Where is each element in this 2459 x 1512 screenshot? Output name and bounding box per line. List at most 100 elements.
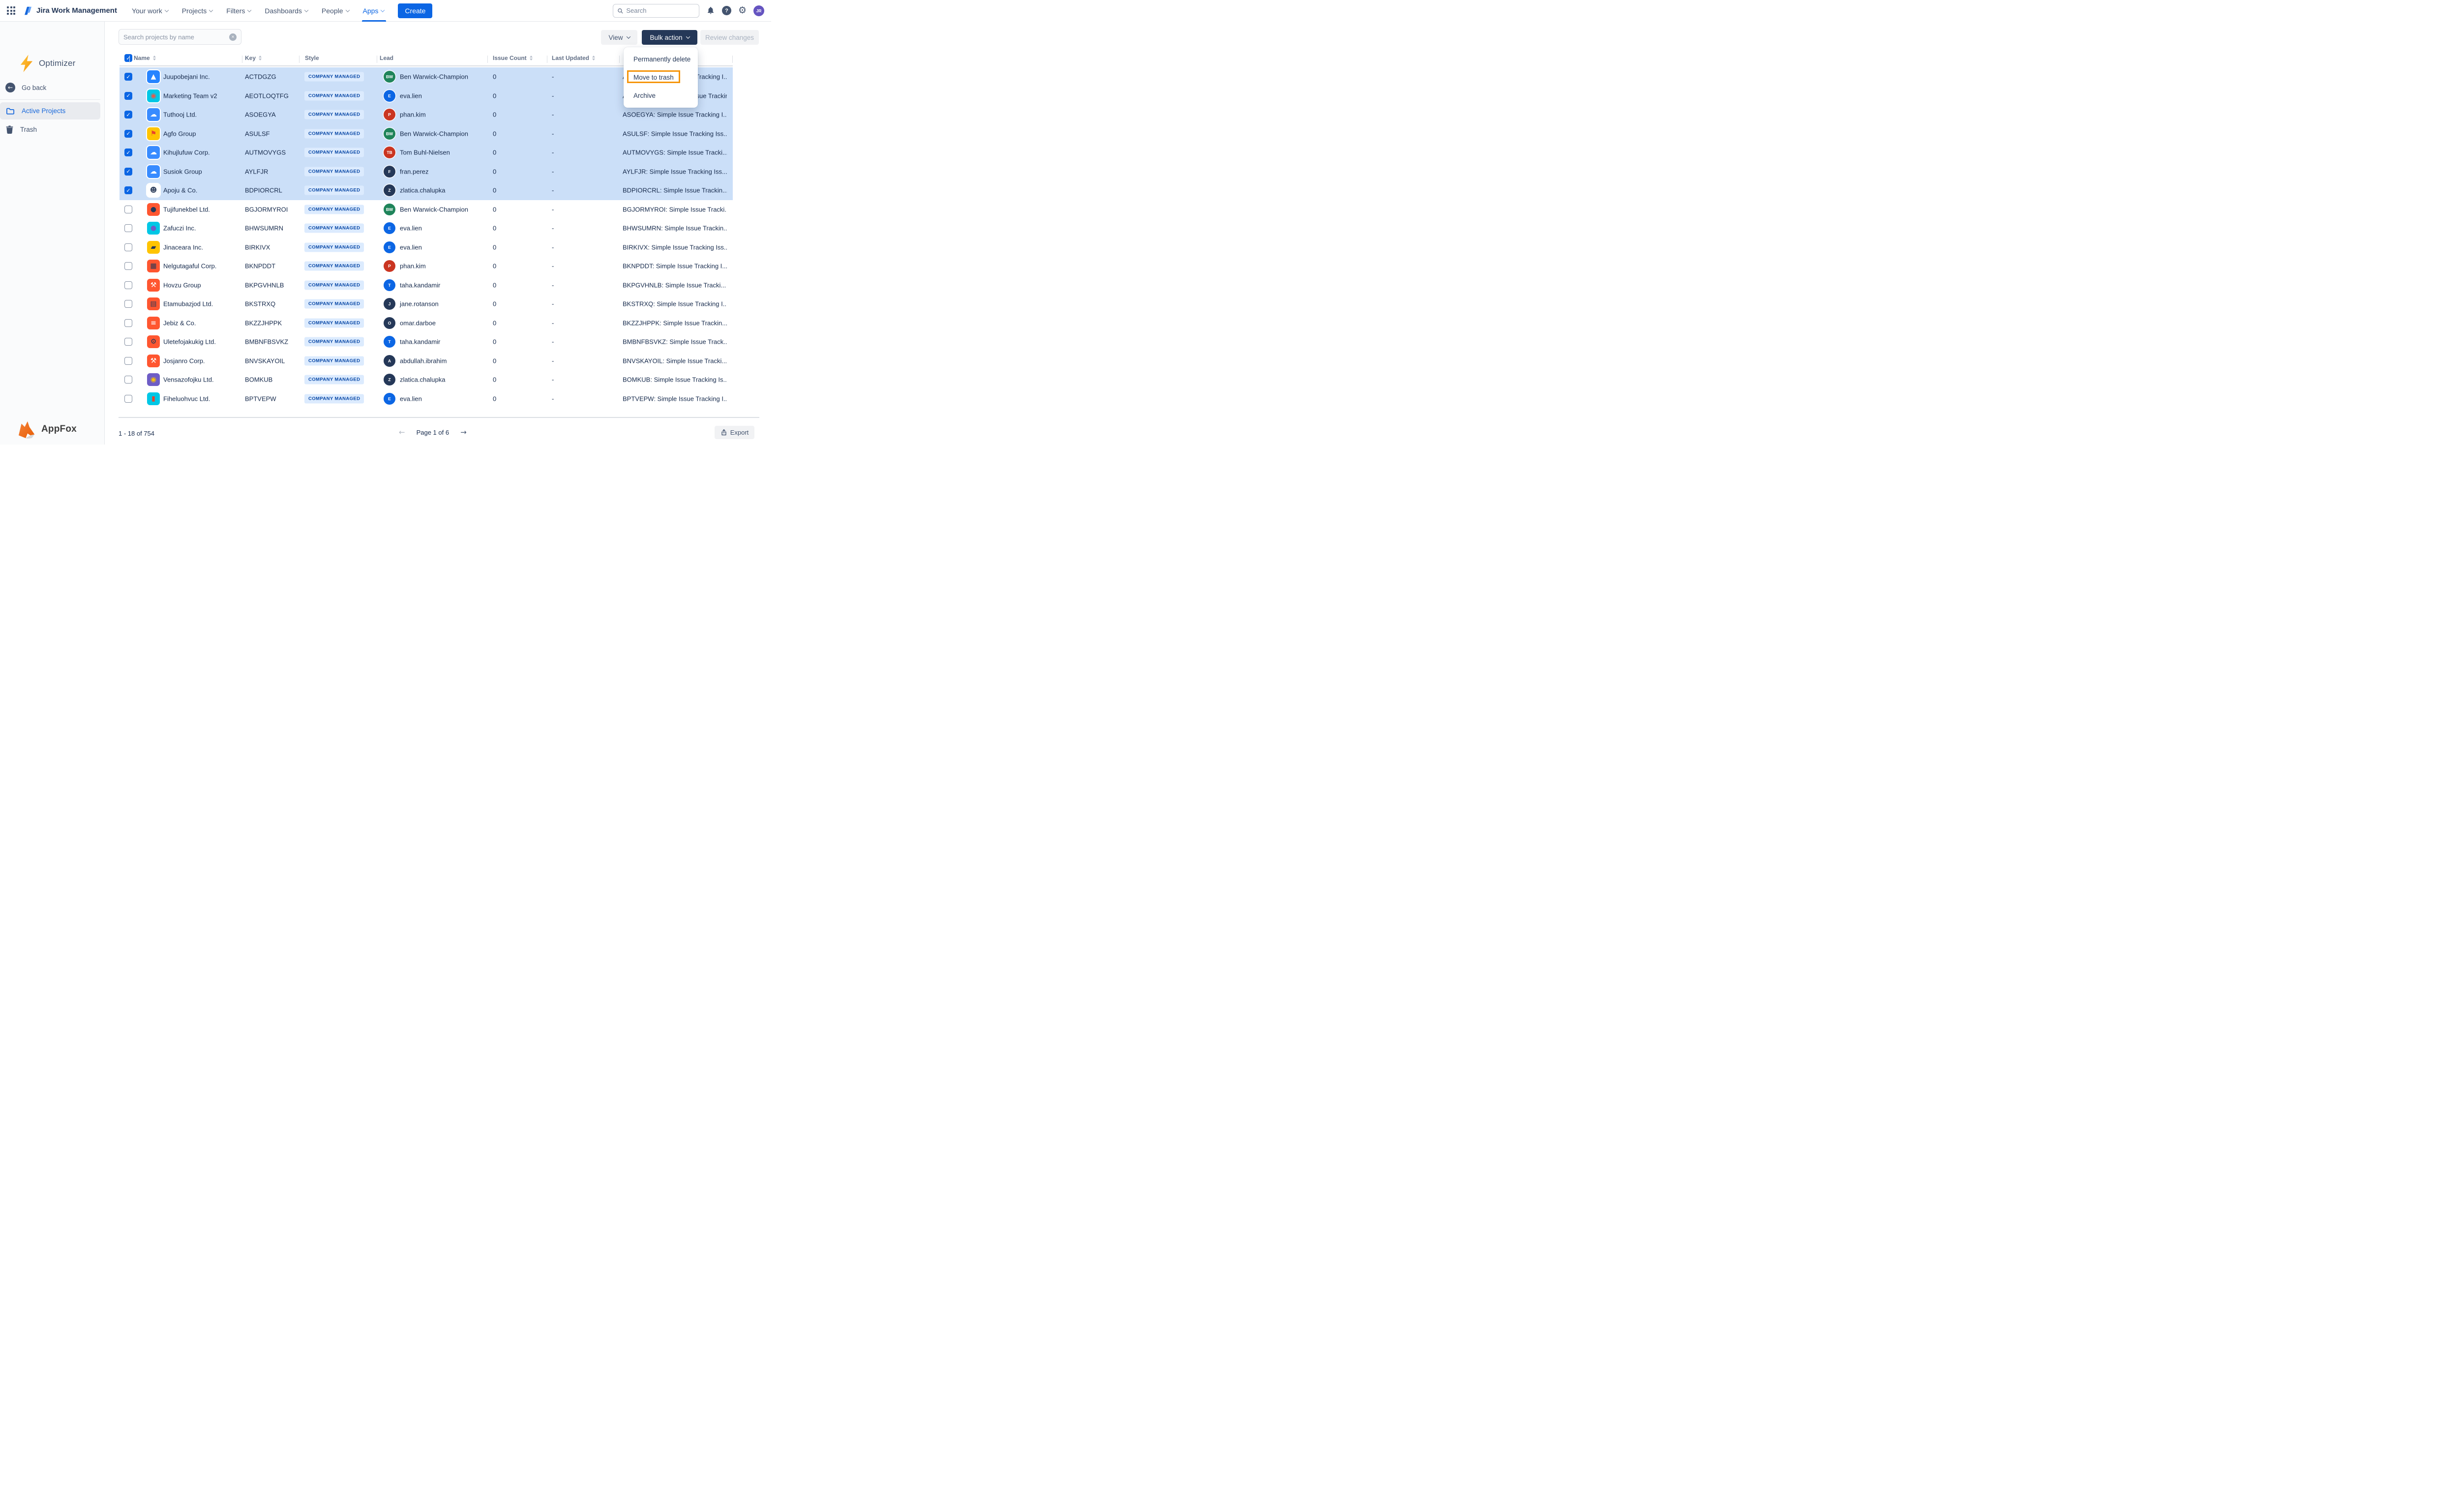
- row-checkbox[interactable]: [124, 262, 132, 270]
- project-name[interactable]: Kihujlufuw Corp.: [163, 149, 210, 156]
- menu-item-archive[interactable]: Archive: [624, 87, 698, 105]
- table-row[interactable]: ☁ Kihujlufuw Corp. AUTMOVYGS COMPANY MAN…: [120, 143, 733, 162]
- row-checkbox[interactable]: [124, 111, 132, 119]
- table-row[interactable]: ⚒ Josjanro Corp. BNVSKAYOIL COMPANY MANA…: [120, 352, 733, 371]
- column-header-name[interactable]: Name: [134, 55, 156, 61]
- app-switcher-icon[interactable]: [7, 6, 15, 15]
- style-badge: COMPANY MANAGED: [304, 375, 364, 385]
- column-header-style[interactable]: Style: [305, 55, 319, 61]
- global-search-input[interactable]: [626, 7, 695, 14]
- project-avatar-icon: ◉: [147, 373, 160, 386]
- create-button[interactable]: Create: [398, 3, 432, 18]
- nav-item-dashboards[interactable]: Dashboards: [265, 0, 308, 22]
- table-row[interactable]: ⚑ Agfo Group ASULSF COMPANY MANAGED BW B…: [120, 124, 733, 144]
- project-name[interactable]: Tuthooj Ltd.: [163, 111, 197, 119]
- help-icon[interactable]: ?: [722, 6, 731, 15]
- table-row[interactable]: ☁ Susiok Group AYLFJR COMPANY MANAGED F …: [120, 162, 733, 181]
- table-row[interactable]: ≡ Jebiz & Co. BKZZJHPPK COMPANY MANAGED …: [120, 314, 733, 333]
- project-name[interactable]: Tujifunekbel Ltd.: [163, 206, 210, 213]
- lead-avatar: E: [384, 222, 395, 234]
- export-button[interactable]: Export: [715, 426, 754, 439]
- sidebar: Optimizer ← Go back Active Projects Tras…: [0, 22, 105, 445]
- column-header-key[interactable]: Key: [245, 55, 262, 61]
- row-checkbox[interactable]: [124, 92, 132, 100]
- project-name[interactable]: Jinaceara Inc.: [163, 243, 203, 251]
- project-name[interactable]: Uletefojakukig Ltd.: [163, 338, 216, 346]
- row-checkbox[interactable]: [124, 206, 132, 213]
- row-checkbox[interactable]: [124, 319, 132, 327]
- jira-logo-icon[interactable]: [22, 5, 33, 16]
- row-checkbox[interactable]: [124, 357, 132, 365]
- table-row[interactable]: ☻ Apoju & Co. BDPIORCRL COMPANY MANAGED …: [120, 181, 733, 200]
- table-row[interactable]: ▦ Nelgutagaful Corp. BKNPDDT COMPANY MAN…: [120, 257, 733, 276]
- project-search-box[interactable]: ×: [119, 29, 241, 45]
- table-row[interactable]: ☁ Tuthooj Ltd. ASOEGYA COMPANY MANAGED P…: [120, 105, 733, 124]
- row-checkbox[interactable]: [124, 243, 132, 251]
- row-checkbox[interactable]: [124, 130, 132, 138]
- project-search-input[interactable]: [123, 33, 229, 41]
- global-search-box[interactable]: [613, 4, 699, 18]
- row-checkbox[interactable]: [124, 168, 132, 176]
- project-key: BPTVEPW: [245, 395, 276, 402]
- review-changes-button[interactable]: Review changes: [700, 30, 759, 45]
- project-name[interactable]: Juupobejani Inc.: [163, 73, 210, 81]
- project-name[interactable]: Etamubazjod Ltd.: [163, 300, 213, 308]
- project-name[interactable]: Vensazofojku Ltd.: [163, 376, 214, 384]
- menu-item-move-to-trash[interactable]: Move to trash: [624, 68, 698, 87]
- table-row[interactable]: ▰ Jinaceara Inc. BIRKIVX COMPANY MANAGED…: [120, 238, 733, 257]
- sidebar-item-trash[interactable]: Trash: [0, 121, 100, 138]
- project-name[interactable]: Nelgutagaful Corp.: [163, 263, 216, 270]
- project-name[interactable]: Josjanro Corp.: [163, 357, 205, 364]
- project-name[interactable]: Agfo Group: [163, 130, 196, 137]
- column-header-issue-count[interactable]: Issue Count: [493, 55, 533, 61]
- row-checkbox[interactable]: [124, 186, 132, 194]
- previous-page-icon[interactable]: ←: [399, 428, 405, 437]
- table-row[interactable]: ● Tujifunekbel Ltd. BGJORMYROI COMPANY M…: [120, 200, 733, 219]
- user-avatar[interactable]: JR: [753, 5, 764, 16]
- row-checkbox[interactable]: [124, 300, 132, 308]
- lead-name: eva.lien: [400, 225, 422, 232]
- project-name[interactable]: Jebiz & Co.: [163, 319, 196, 326]
- table-row[interactable]: ▮ Fiheluohvuc Ltd. BPTVEPW COMPANY MANAG…: [120, 389, 733, 409]
- go-back-button[interactable]: ← Go back: [5, 83, 46, 92]
- table-row[interactable]: ⚒ Hovzu Group BKPGVHNLB COMPANY MANAGED …: [120, 276, 733, 295]
- row-checkbox[interactable]: [124, 148, 132, 156]
- project-name[interactable]: Zafuczi Inc.: [163, 225, 196, 232]
- nav-item-apps[interactable]: Apps: [363, 0, 385, 22]
- view-button[interactable]: View: [601, 30, 637, 45]
- row-checkbox[interactable]: [124, 224, 132, 232]
- notification-bell-icon[interactable]: [706, 6, 715, 15]
- project-name[interactable]: Apoju & Co.: [163, 187, 197, 194]
- lead-name: phan.kim: [400, 111, 426, 119]
- menu-item-permanently-delete[interactable]: Permanently delete: [624, 50, 698, 68]
- sidebar-item-active-projects[interactable]: Active Projects: [0, 102, 100, 119]
- issue-count: 0: [493, 111, 496, 119]
- issue-count: 0: [493, 92, 496, 99]
- select-all-checkbox[interactable]: [124, 54, 132, 62]
- table-row[interactable]: ▤ Etamubazjod Ltd. BKSTRXQ COMPANY MANAG…: [120, 295, 733, 314]
- table-row[interactable]: ⚙ Uletefojakukig Ltd. BMBNFBSVKZ COMPANY…: [120, 332, 733, 352]
- project-name[interactable]: Fiheluohvuc Ltd.: [163, 395, 210, 402]
- nav-item-filters[interactable]: Filters: [226, 0, 251, 22]
- row-checkbox[interactable]: [124, 338, 132, 346]
- row-checkbox[interactable]: [124, 376, 132, 384]
- clear-search-icon[interactable]: ×: [229, 33, 237, 41]
- bulk-action-button[interactable]: Bulk action: [642, 30, 697, 45]
- column-header-last-updated[interactable]: Last Updated: [552, 55, 595, 61]
- table-row[interactable]: ● Zafuczi Inc. BHWSUMRN COMPANY MANAGED …: [120, 219, 733, 238]
- project-name[interactable]: Hovzu Group: [163, 281, 201, 289]
- nav-item-your-work[interactable]: Your work: [132, 0, 168, 22]
- table-row[interactable]: ◉ Vensazofojku Ltd. BOMKUB COMPANY MANAG…: [120, 370, 733, 389]
- row-checkbox[interactable]: [124, 395, 132, 403]
- row-checkbox[interactable]: [124, 281, 132, 289]
- project-name[interactable]: Susiok Group: [163, 168, 202, 175]
- project-avatar-icon: ▦: [147, 260, 160, 272]
- column-header-lead[interactable]: Lead: [380, 55, 393, 61]
- settings-gear-icon[interactable]: ⚙: [738, 6, 747, 15]
- sort-icon: [153, 56, 156, 60]
- nav-item-projects[interactable]: Projects: [182, 0, 213, 22]
- project-name[interactable]: Marketing Team v2: [163, 92, 217, 99]
- next-page-icon[interactable]: →: [460, 428, 467, 437]
- nav-item-people[interactable]: People: [322, 0, 349, 22]
- row-checkbox[interactable]: [124, 73, 132, 81]
